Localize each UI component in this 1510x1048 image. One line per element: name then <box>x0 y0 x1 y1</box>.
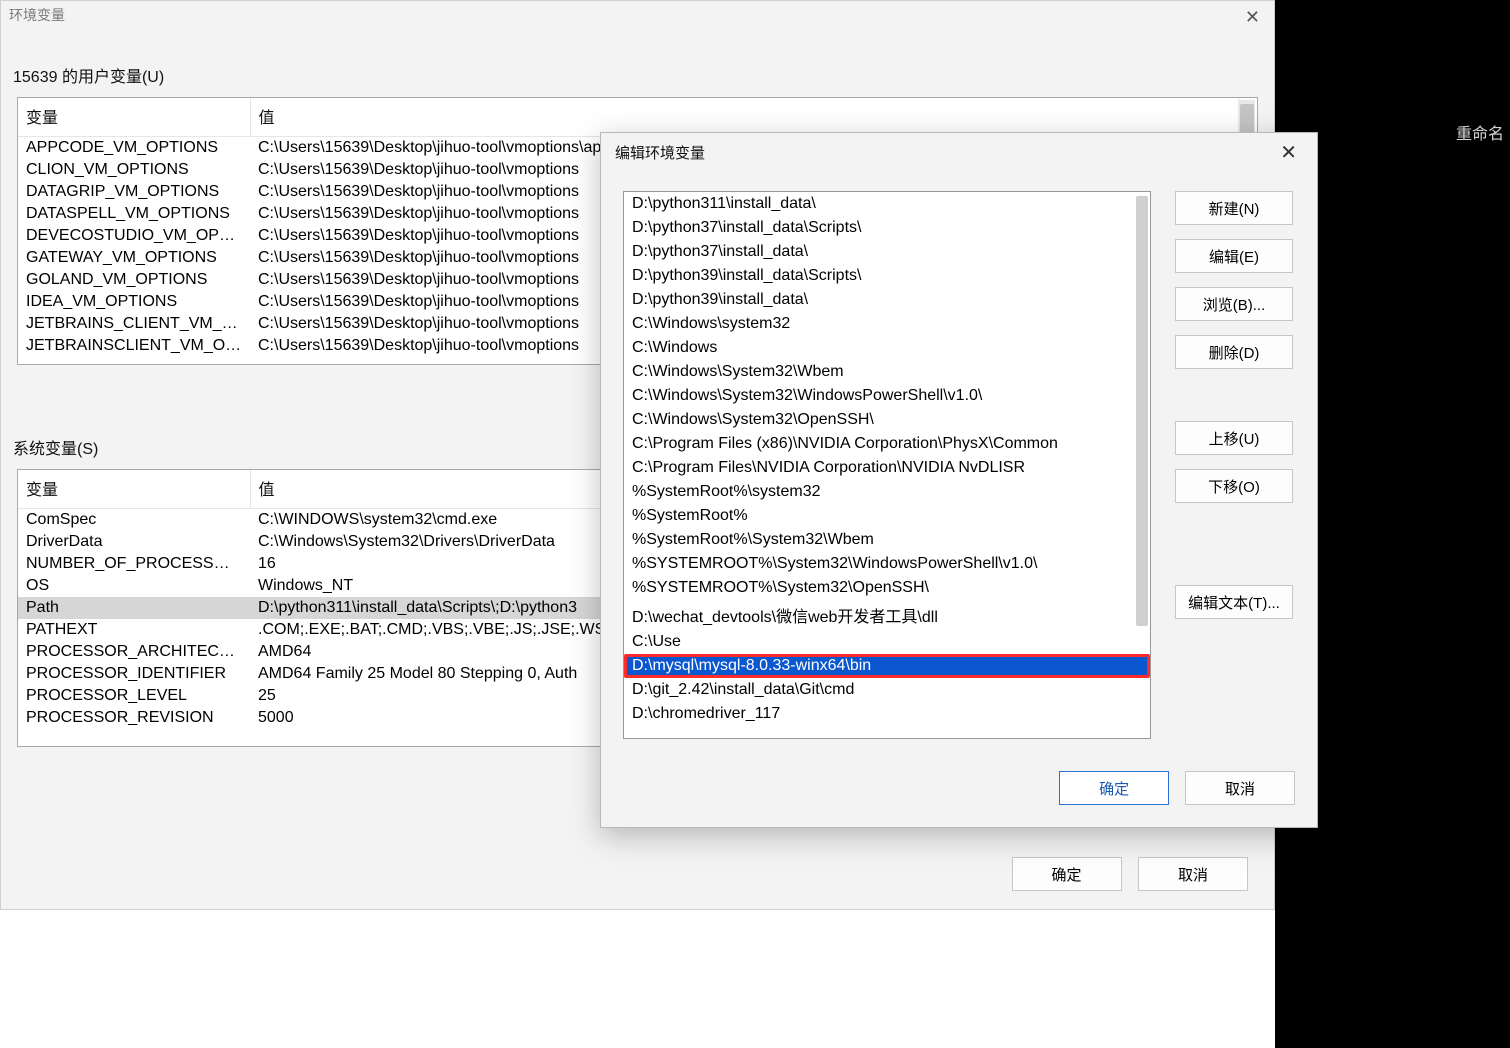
cell-var: DATAGRIP_VM_OPTIONS <box>18 181 250 203</box>
list-item[interactable]: D:\python39\install_data\ <box>624 288 1150 312</box>
edit-env-var-dialog: 编辑环境变量 ✕ D:\python311\install_data\D:\py… <box>600 132 1318 828</box>
cancel-button[interactable]: 取消 <box>1138 857 1248 891</box>
close-icon[interactable]: ✕ <box>1270 136 1307 169</box>
list-item[interactable]: D:\chromedriver_117 <box>624 702 1150 726</box>
cell-var: NUMBER_OF_PROCESSORS <box>18 553 250 575</box>
cell-var: CLION_VM_OPTIONS <box>18 159 250 181</box>
col-header-variable[interactable]: 变量 <box>18 98 250 137</box>
env-vars-buttons: 确定 取消 <box>1000 857 1248 891</box>
edit-action-buttons: 新建(N) 编辑(E) 浏览(B)... 删除(D) 上移(U) 下移(O) 编… <box>1175 191 1303 739</box>
list-item[interactable]: C:\Windows\System32\OpenSSH\ <box>624 408 1150 432</box>
cell-var: PROCESSOR_LEVEL <box>18 685 250 707</box>
ok-button[interactable]: 确定 <box>1012 857 1122 891</box>
cell-var: DEVECOSTUDIO_VM_OPTIO... <box>18 225 250 247</box>
list-item[interactable]: D:\python311\install_data\ <box>624 192 1150 216</box>
ok-button[interactable]: 确定 <box>1059 771 1169 805</box>
cell-var: OS <box>18 575 250 597</box>
cell-var: DATASPELL_VM_OPTIONS <box>18 203 250 225</box>
cell-var: ComSpec <box>18 509 250 532</box>
list-item[interactable]: C:\Windows\System32\WindowsPowerShell\v1… <box>624 384 1150 408</box>
cell-var: Path <box>18 597 250 619</box>
cell-var: IDEA_VM_OPTIONS <box>18 291 250 313</box>
scrollbar-thumb[interactable] <box>1136 196 1148 626</box>
list-item[interactable]: D:\git_2.42\install_data\Git\cmd <box>624 678 1150 702</box>
cell-var: DriverData <box>18 531 250 553</box>
list-item[interactable]: D:\mysql\mysql-8.0.33-winx64\bin <box>624 654 1150 678</box>
new-button[interactable]: 新建(N) <box>1175 191 1293 225</box>
edit-dialog-titlebar[interactable]: 编辑环境变量 ✕ <box>601 133 1317 171</box>
list-item[interactable]: C:\Windows\system32 <box>624 312 1150 336</box>
list-item[interactable]: D:\python37\install_data\Scripts\ <box>624 216 1150 240</box>
list-item[interactable]: %SystemRoot% <box>624 504 1150 528</box>
env-vars-title: 环境变量 <box>1 1 1274 29</box>
list-item[interactable]: %SYSTEMROOT%\System32\WindowsPowerShell\… <box>624 552 1150 576</box>
list-item[interactable]: D:\wechat_devtools\微信web开发者工具\dll <box>624 600 1150 630</box>
list-item[interactable]: D:\python37\install_data\ <box>624 240 1150 264</box>
list-item[interactable]: %SystemRoot%\System32\Wbem <box>624 528 1150 552</box>
list-item[interactable]: C:\Program Files\NVIDIA Corporation\NVID… <box>624 456 1150 480</box>
edit-dialog-title: 编辑环境变量 <box>615 142 705 163</box>
edit-dialog-bottom-buttons: 确定 取消 <box>1047 771 1295 805</box>
list-item[interactable]: C:\Program Files (x86)\NVIDIA Corporatio… <box>624 432 1150 456</box>
close-icon[interactable]: ✕ <box>1245 7 1260 28</box>
cell-var: APPCODE_VM_OPTIONS <box>18 137 250 160</box>
cancel-button[interactable]: 取消 <box>1185 771 1295 805</box>
browse-button[interactable]: 浏览(B)... <box>1175 287 1293 321</box>
list-item[interactable]: D:\python39\install_data\Scripts\ <box>624 264 1150 288</box>
delete-button[interactable]: 删除(D) <box>1175 335 1293 369</box>
move-up-button[interactable]: 上移(U) <box>1175 421 1293 455</box>
cell-var: PROCESSOR_IDENTIFIER <box>18 663 250 685</box>
edit-button[interactable]: 编辑(E) <box>1175 239 1293 273</box>
cell-var: PROCESSOR_ARCHITECTURE <box>18 641 250 663</box>
move-down-button[interactable]: 下移(O) <box>1175 469 1293 503</box>
cell-var: PROCESSOR_REVISION <box>18 707 250 729</box>
col-header-variable[interactable]: 变量 <box>18 470 250 509</box>
list-item[interactable]: C:\Use <box>624 630 1150 654</box>
cell-var: GATEWAY_VM_OPTIONS <box>18 247 250 269</box>
user-vars-label: 15639 的用户变量(U) <box>13 63 1274 87</box>
edit-text-button[interactable]: 编辑文本(T)... <box>1175 585 1293 619</box>
col-header-value[interactable]: 值 <box>250 98 1239 137</box>
path-list[interactable]: D:\python311\install_data\D:\python37\in… <box>623 191 1151 739</box>
cell-var: PATHEXT <box>18 619 250 641</box>
background-label: 重命名 <box>1456 120 1504 144</box>
list-item[interactable]: %SystemRoot%\system32 <box>624 480 1150 504</box>
cell-var: GOLAND_VM_OPTIONS <box>18 269 250 291</box>
list-item[interactable]: C:\Windows <box>624 336 1150 360</box>
cell-var: JETBRAINS_CLIENT_VM_OPT... <box>18 313 250 335</box>
list-item[interactable]: C:\Windows\System32\Wbem <box>624 360 1150 384</box>
list-item[interactable]: %SYSTEMROOT%\System32\OpenSSH\ <box>624 576 1150 600</box>
cell-var: JETBRAINSCLIENT_VM_OPTI... <box>18 335 250 357</box>
